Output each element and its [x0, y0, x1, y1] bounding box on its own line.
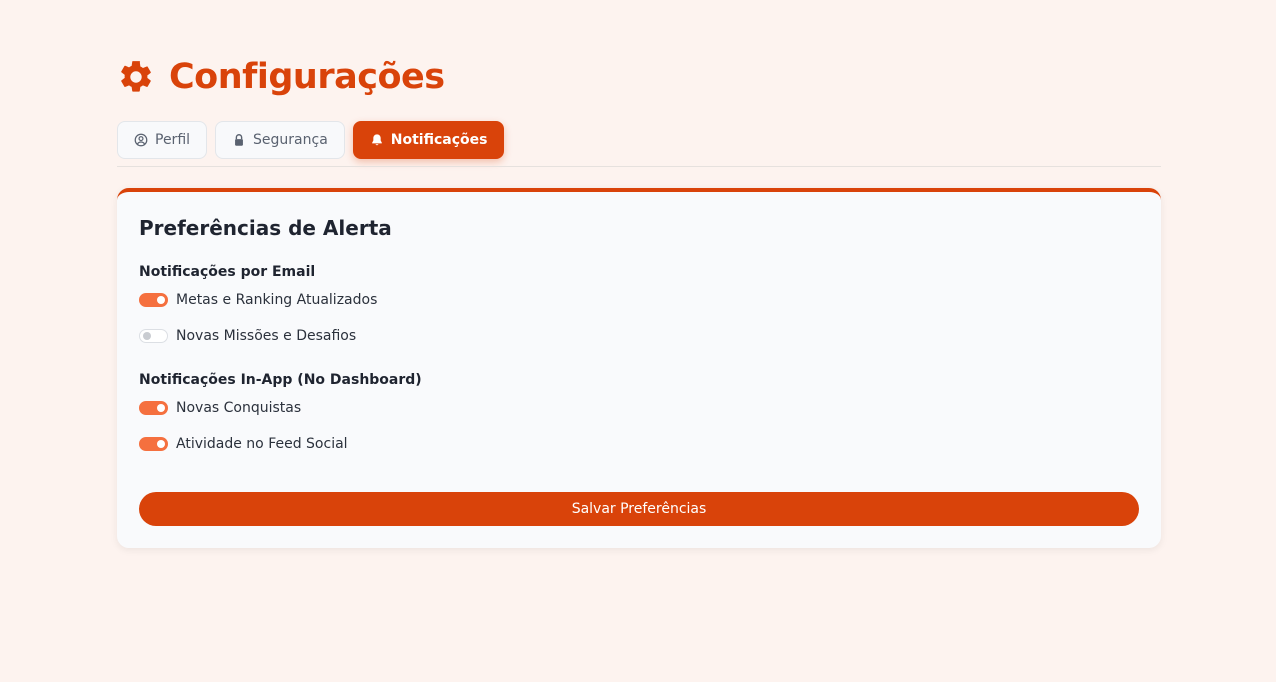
page-header: Configurações: [117, 56, 445, 98]
tab-perfil-label: Perfil: [155, 132, 191, 148]
tab-perfil[interactable]: Perfil: [117, 121, 208, 159]
toggle-metas-ranking[interactable]: [139, 293, 168, 307]
tab-seguranca[interactable]: Segurança: [215, 121, 345, 159]
toggle-row-novas-missoes: Novas Missões e Desafios: [139, 328, 356, 344]
alert-preferences-card: Preferências de Alerta Notificações por …: [117, 188, 1161, 548]
toggle-row-metas-ranking: Metas e Ranking Atualizados: [139, 292, 377, 308]
toggle-label: Atividade no Feed Social: [176, 436, 348, 452]
toggle-row-feed-social: Atividade no Feed Social: [139, 436, 348, 452]
card-title: Preferências de Alerta: [139, 216, 392, 240]
save-preferences-button[interactable]: Salvar Preferências: [139, 492, 1139, 526]
bell-icon: [371, 134, 382, 146]
settings-tabs: Perfil Segurança Notificações: [117, 121, 505, 159]
email-section-title: Notificações por Email: [139, 264, 316, 280]
lock-icon: [235, 134, 243, 146]
tab-notificacoes-label: Notificações: [390, 132, 488, 148]
toggle-novas-missoes[interactable]: [139, 329, 168, 343]
gear-icon: [121, 61, 151, 92]
toggle-label: Novas Conquistas: [176, 400, 302, 416]
in-app-section-title: Notificações In-App (No Dashboard): [139, 372, 422, 388]
toggle-label: Metas e Ranking Atualizados: [176, 292, 378, 308]
tab-seguranca-label: Segurança: [253, 132, 328, 148]
page-title: Configurações: [169, 57, 445, 97]
toggle-feed-social[interactable]: [139, 437, 168, 451]
toggle-novas-conquistas[interactable]: [139, 401, 168, 415]
tab-notificacoes[interactable]: Notificações: [352, 121, 505, 159]
user-circle-icon: [134, 133, 148, 147]
toggle-label: Novas Missões e Desafios: [176, 328, 357, 344]
toggle-row-novas-conquistas: Novas Conquistas: [139, 400, 301, 416]
tabs-divider: [117, 166, 1161, 167]
